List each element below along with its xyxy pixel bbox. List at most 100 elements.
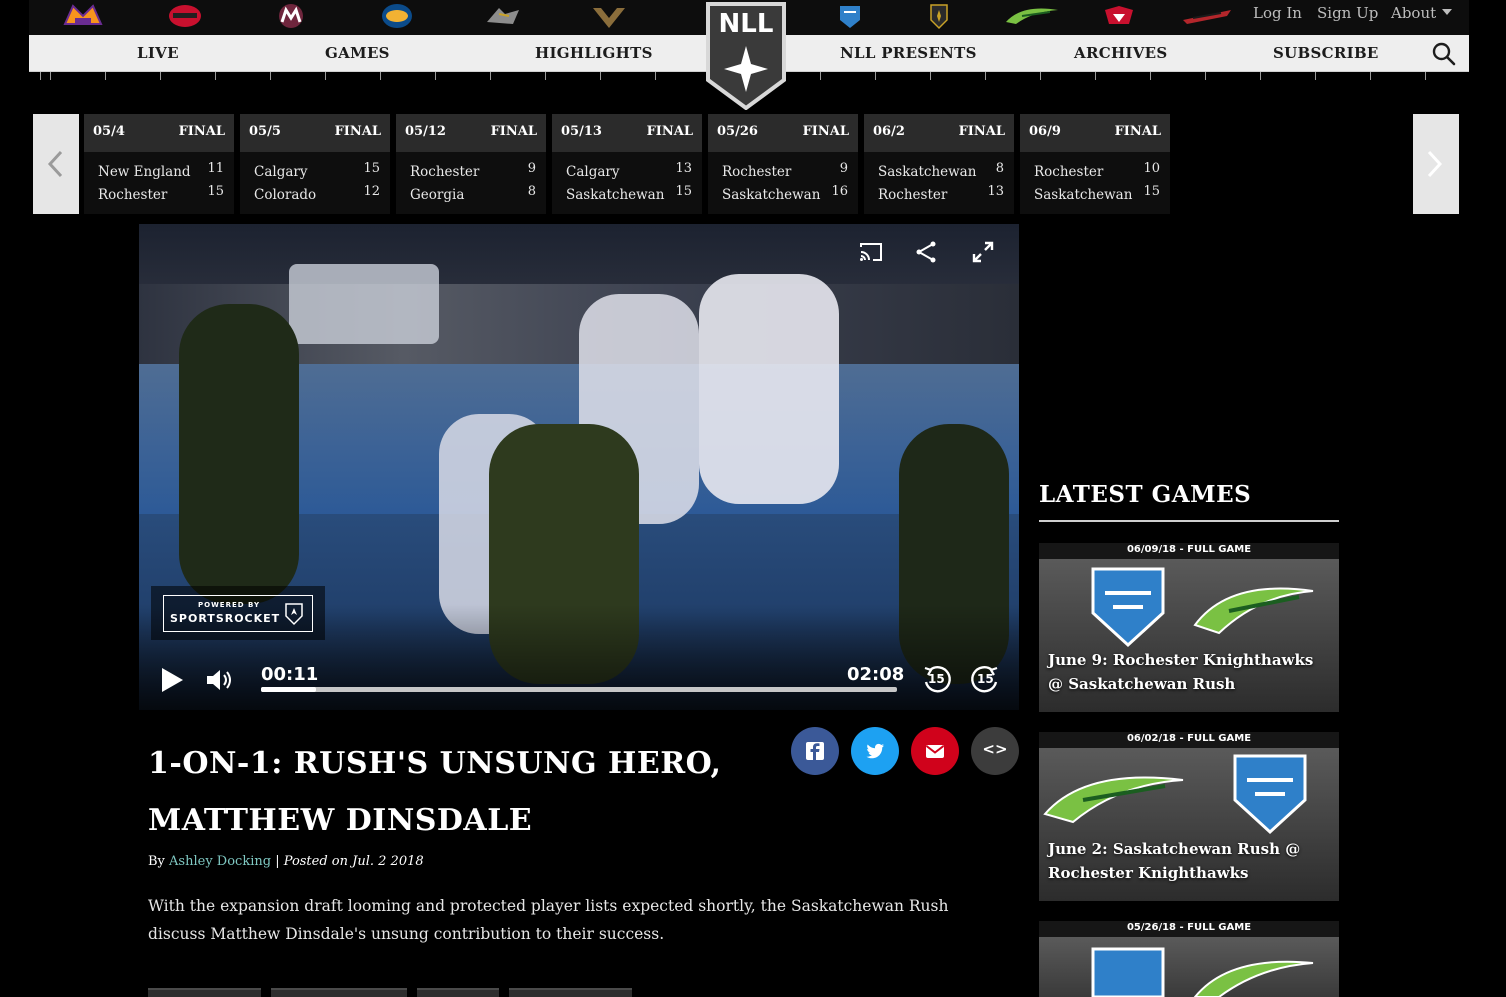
game-banner: 05/26/18 - FULL GAME xyxy=(1039,921,1339,937)
latest-game-card[interactable]: 05/26/18 - FULL GAME xyxy=(1039,921,1339,997)
skip-back-label: 15 xyxy=(928,672,945,686)
black-wolves-logo[interactable] xyxy=(479,2,527,30)
player-figure xyxy=(699,274,839,504)
tag-chip[interactable] xyxy=(271,988,407,997)
article-title: 1-ON-1: RUSH'S UNSUNG HERO, MATTHEW DINS… xyxy=(148,746,722,838)
bandits-logo[interactable] xyxy=(59,2,107,30)
team-score: 15 xyxy=(675,184,692,199)
scores-prev-button[interactable] xyxy=(33,114,79,214)
email-share-button[interactable] xyxy=(911,727,959,775)
author-link[interactable]: Ashley Docking xyxy=(169,854,271,869)
team-name: Saskatchewan xyxy=(1034,187,1133,203)
roughnecks-logo[interactable] xyxy=(161,2,209,30)
video-player[interactable]: POWERED BY SPORTSROCKET 00:11 02:08 15 1… xyxy=(139,224,1019,710)
score-card[interactable]: 06/9 FINAL Rochester 10 Saskatchewan 15 xyxy=(1020,114,1170,214)
game-banner: 06/09/18 - FULL GAME xyxy=(1039,543,1339,559)
nll-badge-logo[interactable] xyxy=(915,2,963,30)
team-name: Saskatchewan xyxy=(566,187,665,203)
game-date: 06/9 xyxy=(1029,124,1061,139)
player-figure xyxy=(179,304,299,604)
cast-icon[interactable] xyxy=(859,241,883,263)
latest-game-card[interactable]: 06/09/18 - FULL GAME June 9: Rochester K… xyxy=(1039,543,1339,712)
game-caption: June 9: Rochester Knighthawks @ Saskatch… xyxy=(1048,651,1314,693)
rush-logo[interactable] xyxy=(1002,2,1062,30)
knighthawks-logo xyxy=(1091,947,1165,997)
team-name: New England xyxy=(98,164,191,180)
nav-archives[interactable]: ARCHIVES xyxy=(1074,44,1168,62)
score-card[interactable]: 06/2 FINAL Saskatchewan 8 Rochester 13 xyxy=(864,114,1014,214)
facebook-share-button[interactable] xyxy=(791,727,839,775)
sportsrocket-frame: POWERED BY SPORTSROCKET xyxy=(163,595,313,632)
game-date: 05/12 xyxy=(405,124,446,139)
nll-logo-text: NLL xyxy=(719,9,774,39)
team-score: 15 xyxy=(207,184,224,199)
rush-logo xyxy=(1193,960,1314,997)
stealth-logo[interactable] xyxy=(1179,2,1235,30)
rush-logo xyxy=(1043,776,1184,824)
team-score: 15 xyxy=(363,161,380,176)
score-card[interactable]: 05/4 FINAL New England 11 Rochester 15 xyxy=(84,114,234,214)
team-score: 11 xyxy=(207,161,224,176)
knighthawks-logo xyxy=(1091,567,1165,648)
rock-logo[interactable] xyxy=(1095,2,1143,30)
nav-subscribe[interactable]: SUBSCRIBE xyxy=(1273,44,1379,62)
score-card[interactable]: 05/26 FINAL Rochester 9 Saskatchewan 16 xyxy=(708,114,858,214)
fullscreen-icon[interactable] xyxy=(972,241,994,263)
team-name: Rochester xyxy=(722,164,792,180)
team-score: 9 xyxy=(839,161,848,176)
team-score: 16 xyxy=(831,184,848,199)
signup-link[interactable]: Sign Up xyxy=(1317,4,1378,22)
mammoth-logo[interactable] xyxy=(267,2,315,30)
tag-chip[interactable] xyxy=(417,988,499,997)
skip-forward-button[interactable]: 15 xyxy=(969,664,1001,696)
byline-separator: | xyxy=(271,854,284,869)
score-card-header: 05/4 FINAL xyxy=(84,114,234,152)
score-card[interactable]: 05/5 FINAL Calgary 15 Colorado 12 xyxy=(240,114,390,214)
nll-home-logo[interactable]: NLL xyxy=(702,0,790,111)
duration: 02:08 xyxy=(847,664,905,685)
sportsrocket-badge[interactable]: POWERED BY SPORTSROCKET xyxy=(151,586,325,640)
knighthawks-logo[interactable] xyxy=(826,2,874,30)
team-score: 10 xyxy=(1143,161,1160,176)
play-icon[interactable] xyxy=(159,666,185,694)
volume-icon[interactable] xyxy=(205,667,235,693)
posted-date: Posted on Jul. 2 2018 xyxy=(283,854,424,869)
nav-nll-presents[interactable]: NLL PRESENTS xyxy=(840,44,977,62)
game-status: FINAL xyxy=(334,124,381,139)
about-dropdown[interactable]: About xyxy=(1391,4,1452,22)
tag-chip[interactable] xyxy=(148,988,261,997)
share-icon[interactable] xyxy=(914,240,938,264)
game-caption: June 2: Saskatchewan Rush @ Rochester Kn… xyxy=(1048,840,1301,882)
game-date: 06/2 xyxy=(873,124,905,139)
score-card[interactable]: 05/13 FINAL Calgary 13 Saskatchewan 15 xyxy=(552,114,702,214)
search-icon[interactable] xyxy=(1431,41,1457,67)
progress-fill xyxy=(261,687,316,692)
scores-next-button[interactable] xyxy=(1413,114,1459,214)
skip-back-button[interactable]: 15 xyxy=(921,664,953,696)
current-time: 00:11 xyxy=(261,664,319,685)
team-score: 8 xyxy=(527,184,536,199)
latest-game-card[interactable]: 06/02/18 - FULL GAME June 2: Saskatchewa… xyxy=(1039,732,1339,901)
nav-live[interactable]: LIVE xyxy=(137,44,179,62)
game-status: FINAL xyxy=(178,124,225,139)
team-name: Rochester xyxy=(1034,164,1104,180)
latest-games-heading: LATEST GAMES xyxy=(1039,481,1252,508)
tag-chip[interactable] xyxy=(509,988,632,997)
embed-code-icon: <> xyxy=(982,740,1008,758)
login-link[interactable]: Log In xyxy=(1253,4,1302,22)
game-status: FINAL xyxy=(490,124,537,139)
article-summary: With the expansion draft looming and pro… xyxy=(148,897,949,943)
progress-bar[interactable] xyxy=(261,687,897,692)
powered-by-label: POWERED BY xyxy=(198,601,261,609)
nav-highlights[interactable]: HIGHLIGHTS xyxy=(535,44,653,62)
chevron-left-icon xyxy=(47,150,63,178)
score-card[interactable]: 05/12 FINAL Rochester 9 Georgia 8 xyxy=(396,114,546,214)
embed-button[interactable]: <> xyxy=(971,727,1019,775)
score-card-header: 05/5 FINAL xyxy=(240,114,390,152)
swarm-logo[interactable] xyxy=(373,2,421,30)
twitter-share-button[interactable] xyxy=(851,727,899,775)
twitter-icon xyxy=(866,743,884,759)
team-name: Colorado xyxy=(254,187,317,203)
thunderbirds-logo[interactable] xyxy=(585,2,633,30)
nav-games[interactable]: GAMES xyxy=(325,44,390,62)
